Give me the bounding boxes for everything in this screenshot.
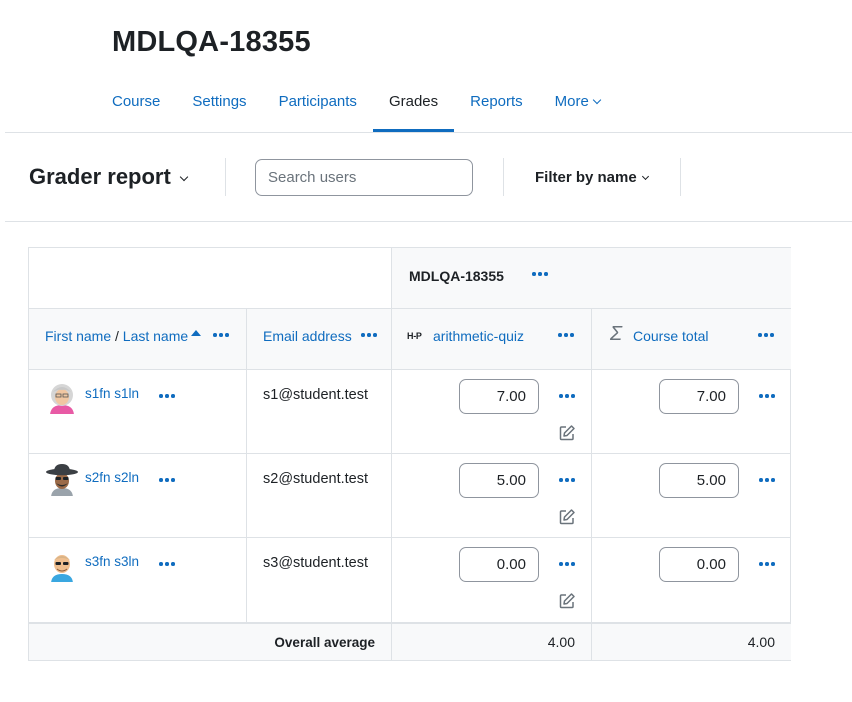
nav-label: Course bbox=[112, 93, 161, 110]
course-total-cell bbox=[591, 538, 791, 622]
table-row: s3fn s3ln bbox=[29, 538, 246, 622]
user-avatar-icon bbox=[45, 548, 79, 582]
quiz-header-cell: H-P arithmetic-quiz bbox=[391, 309, 591, 370]
email-header-cell: Email address bbox=[246, 309, 391, 370]
course-total-header-cell: Σ Course total bbox=[591, 309, 791, 370]
divider bbox=[5, 221, 852, 222]
user-actions-menu[interactable] bbox=[157, 390, 177, 402]
course-total-cell bbox=[591, 370, 791, 454]
user-actions-menu[interactable] bbox=[157, 474, 177, 486]
name-separator: / bbox=[115, 328, 119, 344]
nav-label: More bbox=[554, 93, 589, 110]
quiz-grade-cell bbox=[391, 370, 591, 454]
secondary-navigation: Course Settings Participants Grades Repo… bbox=[96, 80, 616, 132]
nav-label: Grades bbox=[388, 93, 439, 110]
divider bbox=[225, 158, 226, 196]
table-row: s2fn s2ln bbox=[29, 454, 246, 538]
sort-last-name-link[interactable]: Last name bbox=[123, 328, 188, 344]
email-column-actions-menu[interactable] bbox=[359, 329, 379, 341]
quiz-column-link[interactable]: arithmetic-quiz bbox=[433, 328, 524, 344]
cell-actions-menu[interactable] bbox=[757, 558, 777, 570]
report-selector[interactable]: Grader report bbox=[29, 164, 189, 190]
course-total-cell bbox=[591, 454, 791, 538]
nav-label: Reports bbox=[470, 93, 523, 110]
grade-input[interactable] bbox=[459, 547, 539, 582]
total-grade-input[interactable] bbox=[659, 463, 739, 498]
quiz-column-actions-menu[interactable] bbox=[556, 329, 576, 341]
sigma-icon: Σ bbox=[610, 323, 622, 345]
edit-icon[interactable] bbox=[558, 424, 576, 442]
nav-label: Settings bbox=[192, 93, 247, 110]
quiz-grade-cell bbox=[391, 454, 591, 538]
divider bbox=[503, 158, 504, 196]
category-name: MDLQA-18355 bbox=[409, 268, 504, 284]
user-name-link[interactable]: s1fn s1ln bbox=[85, 386, 139, 401]
nav-participants[interactable]: Participants bbox=[263, 80, 373, 132]
divider bbox=[5, 132, 852, 133]
name-header-cell: First name / Last name bbox=[29, 309, 246, 370]
user-avatar-icon bbox=[45, 462, 79, 496]
name-column-actions-menu[interactable] bbox=[211, 329, 231, 341]
cell-actions-menu[interactable] bbox=[757, 390, 777, 402]
report-selector-label: Grader report bbox=[29, 164, 171, 189]
user-name-link[interactable]: s3fn s3ln bbox=[85, 554, 139, 569]
cell-actions-menu[interactable] bbox=[757, 474, 777, 486]
overall-average-label: Overall average bbox=[274, 635, 375, 650]
course-total-label: Course total bbox=[633, 328, 709, 344]
cell-actions-menu[interactable] bbox=[557, 474, 577, 486]
user-email: s2@student.test bbox=[263, 471, 368, 487]
filter-label: Filter by name bbox=[535, 169, 637, 186]
grade-input[interactable] bbox=[459, 463, 539, 498]
table-row: s1fn s1ln bbox=[29, 370, 246, 454]
course-total-average-value: 4.00 bbox=[747, 634, 775, 650]
email-cell: s3@student.test bbox=[246, 538, 391, 622]
sort-first-name-link[interactable]: First name bbox=[45, 328, 111, 344]
grader-table: MDLQA-18355 First name / Last name Email… bbox=[28, 247, 791, 661]
email-cell: s2@student.test bbox=[246, 454, 391, 538]
search-input[interactable] bbox=[255, 159, 473, 196]
course-total-actions-menu[interactable] bbox=[756, 329, 776, 341]
quiz-average-cell: 4.00 bbox=[391, 622, 591, 660]
edit-icon[interactable] bbox=[558, 508, 576, 526]
cell-actions-menu[interactable] bbox=[557, 390, 577, 402]
quiz-average-value: 4.00 bbox=[547, 634, 575, 650]
nav-settings[interactable]: Settings bbox=[176, 80, 262, 132]
total-grade-input[interactable] bbox=[659, 379, 739, 414]
nav-reports[interactable]: Reports bbox=[454, 80, 539, 132]
course-total-average-cell: 4.00 bbox=[591, 622, 791, 660]
category-header-cell: MDLQA-18355 bbox=[391, 248, 791, 309]
total-grade-input[interactable] bbox=[659, 547, 739, 582]
user-email: s3@student.test bbox=[263, 555, 368, 571]
sort-email-link[interactable]: Email address bbox=[263, 328, 352, 344]
edit-icon[interactable] bbox=[558, 592, 576, 610]
chevron-down-icon bbox=[592, 95, 602, 105]
nav-grades[interactable]: Grades bbox=[372, 80, 455, 132]
overall-average-label-cell: Overall average bbox=[29, 622, 391, 660]
header-empty-cell bbox=[29, 248, 391, 309]
user-email: s1@student.test bbox=[263, 387, 368, 403]
nav-label: Participants bbox=[278, 93, 357, 110]
email-cell: s1@student.test bbox=[246, 370, 391, 454]
user-name-link[interactable]: s2fn s2ln bbox=[85, 470, 139, 485]
page-title: MDLQA-18355 bbox=[112, 26, 311, 58]
grade-input[interactable] bbox=[459, 379, 539, 414]
quiz-grade-cell bbox=[391, 538, 591, 622]
filter-by-name-button[interactable]: Filter by name bbox=[535, 169, 649, 186]
chevron-down-icon bbox=[179, 172, 189, 182]
user-actions-menu[interactable] bbox=[157, 558, 177, 570]
nav-course[interactable]: Course bbox=[96, 80, 176, 132]
chevron-down-icon bbox=[641, 172, 649, 181]
h5p-icon: H-P bbox=[407, 331, 422, 341]
nav-more[interactable]: More bbox=[539, 80, 616, 132]
cell-actions-menu[interactable] bbox=[557, 558, 577, 570]
user-avatar-icon bbox=[45, 380, 79, 414]
sort-ascending-icon bbox=[191, 330, 202, 336]
category-actions-menu[interactable] bbox=[530, 268, 550, 280]
divider bbox=[680, 158, 681, 196]
